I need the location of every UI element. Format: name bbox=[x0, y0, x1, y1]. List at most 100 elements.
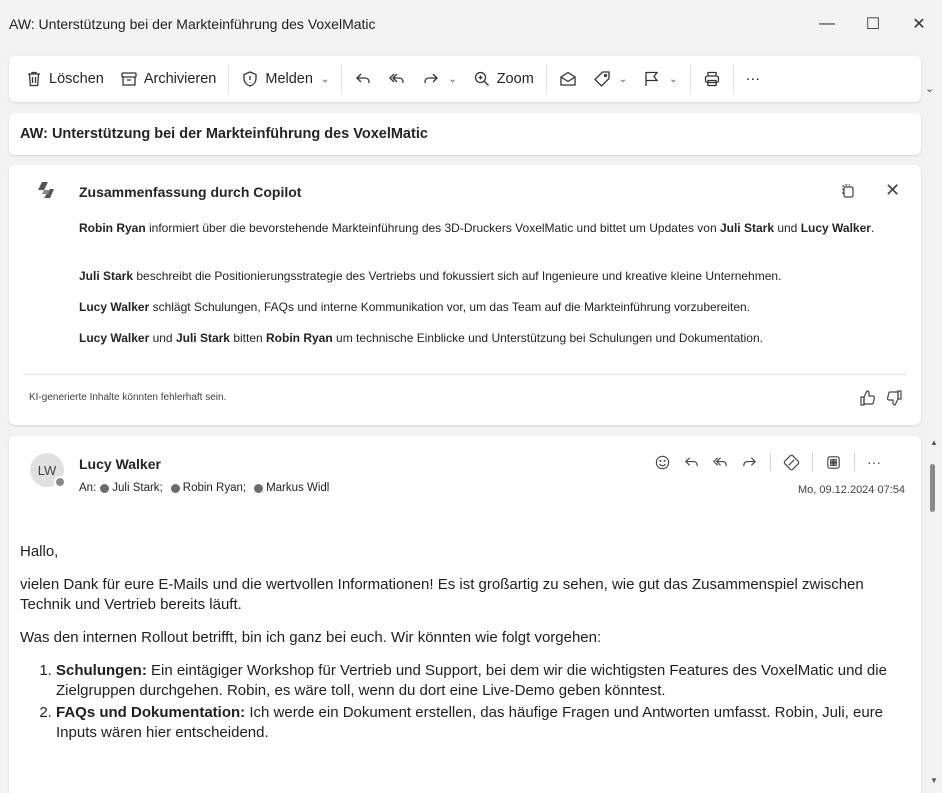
chevron-down-icon: ⌄ bbox=[320, 73, 330, 85]
summary-text: bitten bbox=[229, 331, 267, 345]
copy-icon[interactable] bbox=[839, 182, 857, 200]
recipient-name: Markus Widl bbox=[266, 482, 330, 494]
person-name: Juli Stark bbox=[79, 269, 134, 283]
archive-label: Archivieren bbox=[143, 71, 217, 87]
scrollbar-thumb[interactable] bbox=[930, 464, 935, 512]
summary-text: schlägt Schulungen, FAQs und interne Kom… bbox=[149, 300, 751, 314]
presence-badge bbox=[54, 476, 66, 488]
reply-icon bbox=[356, 73, 370, 83]
delete-button[interactable]: Löschen bbox=[17, 63, 112, 95]
recipient[interactable]: Markus Widl bbox=[254, 482, 329, 494]
recipient-name: Robin Ryan; bbox=[182, 482, 247, 494]
actions-divider bbox=[854, 453, 855, 471]
close-summary-button[interactable]: ✕ bbox=[885, 180, 900, 201]
list-item-text: Ein eintägiger Workshop für Vertrieb und… bbox=[56, 662, 887, 699]
window-controls: — ☐ ✕ bbox=[804, 0, 942, 48]
trash-icon bbox=[28, 71, 40, 87]
person-name: Robin Ryan bbox=[266, 331, 333, 345]
person-name: Juli Stark bbox=[719, 221, 774, 235]
flag-icon bbox=[645, 71, 659, 86]
message-pane: LW Lucy Walker An: Juli Stark; Robin Rya… bbox=[9, 436, 921, 793]
printer-icon bbox=[704, 71, 719, 87]
reply-icon[interactable] bbox=[683, 454, 700, 471]
thumbs-down-icon[interactable] bbox=[885, 389, 903, 407]
reading-pane-scrollbar[interactable]: ▲ ▼ bbox=[928, 436, 938, 793]
toolbar-divider bbox=[341, 65, 343, 93]
archive-icon bbox=[121, 72, 137, 86]
zoom-button[interactable]: Zoom bbox=[465, 63, 542, 95]
list-item: FAQs und Dokumentation: Ich werde ein Do… bbox=[56, 703, 900, 743]
summary-paragraph: Juli Stark beschreibt die Positionierung… bbox=[79, 268, 909, 285]
chevron-down-icon: ⌄ bbox=[618, 73, 628, 85]
actions-divider bbox=[812, 453, 813, 471]
archive-button[interactable]: Archivieren bbox=[112, 63, 225, 95]
proposal-list: Schulungen: Ein eintägiger Workshop für … bbox=[20, 661, 900, 743]
reply-all-icon bbox=[389, 73, 404, 83]
maximize-button[interactable]: ☐ bbox=[850, 0, 896, 48]
scroll-down-arrow-icon[interactable]: ▼ bbox=[930, 776, 938, 785]
summary-text: informiert über die bevorstehende Markte… bbox=[145, 221, 720, 235]
list-item: Schulungen: Ein eintägiger Workshop für … bbox=[56, 661, 900, 701]
recipient[interactable]: Robin Ryan; bbox=[170, 482, 247, 494]
recipient[interactable]: Juli Stark; bbox=[100, 482, 163, 494]
summary-text: und bbox=[774, 221, 801, 235]
to-label: An: bbox=[79, 482, 97, 494]
reply-button[interactable] bbox=[346, 63, 380, 95]
more-actions-button[interactable]: ··· bbox=[738, 63, 769, 95]
summary-text: beschreibt die Positionierungsstrategie … bbox=[133, 269, 782, 283]
toolbar-divider bbox=[545, 65, 547, 93]
person-name: Lucy Walker bbox=[79, 331, 150, 345]
chevron-down-icon: ⌄ bbox=[448, 73, 457, 85]
message-more-button[interactable]: ··· bbox=[867, 454, 881, 470]
recipient-name: Juli Stark; bbox=[112, 482, 163, 494]
message-date: Mo, 09.12.2024 07:54 bbox=[797, 484, 905, 496]
report-button[interactable]: Melden ⌄ bbox=[233, 63, 337, 95]
reply-all-button[interactable] bbox=[380, 63, 414, 95]
list-item-heading: Schulungen: bbox=[56, 662, 147, 679]
copilot-summary-card: Zusammenfassung durch Copilot ✕ Robin Ry… bbox=[9, 165, 921, 425]
person-name: Lucy Walker bbox=[800, 221, 871, 235]
message-body: Hallo, vielen Dank für eure E-Mails und … bbox=[20, 542, 900, 745]
message-actions: ··· bbox=[654, 453, 881, 471]
sender-name[interactable]: Lucy Walker bbox=[79, 456, 161, 472]
report-label: Melden bbox=[265, 71, 313, 87]
flag-button[interactable]: ⌄ bbox=[635, 63, 685, 95]
toolbar-overflow-chevron-icon[interactable]: ⌄ bbox=[925, 82, 934, 95]
copilot-summary-title: Zusammenfassung durch Copilot bbox=[79, 184, 302, 200]
forward-icon[interactable] bbox=[741, 454, 758, 471]
copilot-logo-icon bbox=[38, 182, 54, 198]
summary-paragraph: Lucy Walker und Juli Stark bitten Robin … bbox=[79, 330, 909, 347]
reply-all-icon[interactable] bbox=[712, 454, 729, 471]
person-name: Juli Stark bbox=[175, 331, 230, 345]
close-window-button[interactable]: ✕ bbox=[896, 0, 942, 48]
minimize-button[interactable]: — bbox=[804, 0, 850, 48]
categorize-button[interactable]: ⌄ bbox=[585, 63, 635, 95]
body-paragraph: Was den internen Rollout betrifft, bin i… bbox=[20, 629, 602, 646]
scroll-up-arrow-icon[interactable]: ▲ bbox=[930, 438, 938, 447]
toolbar-divider bbox=[689, 65, 691, 93]
print-button[interactable] bbox=[695, 63, 729, 95]
shield-alert-icon bbox=[243, 71, 258, 87]
title-bar: AW: Unterstützung bei der Markteinführun… bbox=[0, 0, 942, 48]
summary-paragraph: Lucy Walker schlägt Schulungen, FAQs und… bbox=[79, 299, 909, 316]
delete-label: Löschen bbox=[49, 71, 104, 87]
message-subject: AW: Unterstützung bei der Markteinführun… bbox=[9, 113, 921, 155]
zoom-label: Zoom bbox=[496, 71, 534, 87]
forward-button[interactable]: ⌄ bbox=[414, 63, 464, 95]
thumbs-up-icon[interactable] bbox=[859, 389, 877, 407]
person-name: Robin Ryan bbox=[79, 221, 146, 235]
ai-disclaimer: KI-generierte Inhalte könnten fehlerhaft… bbox=[29, 392, 227, 403]
forward-icon bbox=[424, 73, 439, 83]
emoji-icon[interactable] bbox=[654, 454, 671, 471]
apps-icon[interactable] bbox=[825, 454, 842, 471]
tag-icon bbox=[593, 71, 610, 87]
command-toolbar: Löschen Archivieren Melden ⌄ ⌄ Zoom ⌄ ⌄ … bbox=[9, 56, 921, 102]
loop-icon[interactable] bbox=[783, 454, 800, 471]
presence-dot-icon bbox=[254, 483, 264, 493]
mark-read-button[interactable] bbox=[551, 63, 585, 95]
summary-text: um technische Einblicke und Unterstützun… bbox=[332, 331, 763, 345]
person-name: Lucy Walker bbox=[79, 300, 150, 314]
window-title: AW: Unterstützung bei der Markteinführun… bbox=[9, 16, 376, 32]
summary-paragraph: Robin Ryan informiert über die bevorsteh… bbox=[79, 220, 909, 237]
summary-divider bbox=[23, 374, 907, 375]
